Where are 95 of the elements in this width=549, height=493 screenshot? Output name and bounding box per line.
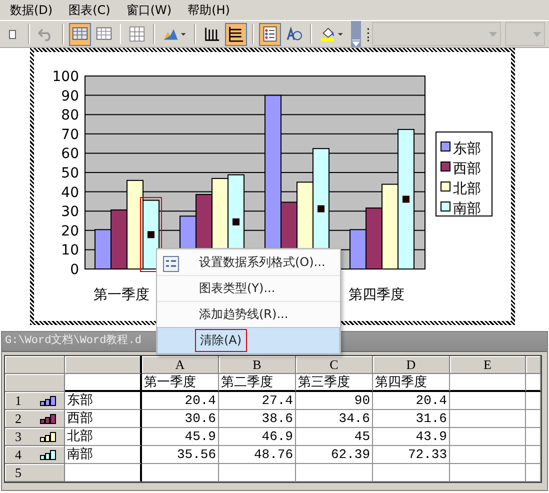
column-header[interactable]: D [373, 356, 450, 374]
table-cell: 31.6 [373, 410, 450, 428]
menu-item[interactable]: 设置数据系列格式(O)... [157, 249, 340, 275]
axis-label: 20 [61, 223, 79, 240]
category-label: 第一季度 [94, 287, 150, 303]
menu-item[interactable]: 窗口(W) [120, 2, 182, 18]
axis-label: 40 [61, 184, 79, 201]
axis-label: 0 [70, 262, 79, 278]
selection-handle[interactable] [148, 231, 154, 238]
caret-icon [532, 32, 541, 36]
axis-label: 90 [61, 88, 79, 104]
table-cell: 20.4 [373, 392, 450, 410]
legend-label: 西部 [453, 161, 481, 177]
category-label: 第四季度 [348, 287, 404, 303]
axis-label: 80 [61, 108, 79, 124]
table-cell [526, 374, 541, 392]
rows-button[interactable] [224, 22, 247, 46]
legend-label: 东部 [453, 141, 481, 157]
menu-item[interactable]: 图表类型(Y)... [157, 275, 340, 301]
row-header[interactable]: 1 [5, 392, 65, 410]
column-header[interactable]: A [142, 356, 219, 374]
axis-label: 10 [61, 242, 79, 259]
table-cell: 72.33 [373, 446, 450, 464]
table-cell: 南部 [65, 446, 142, 464]
table-cell: 20.4 [142, 392, 219, 410]
table-cell: 46.9 [219, 428, 296, 446]
legend-icon [262, 25, 278, 43]
row-header[interactable] [5, 374, 65, 392]
row-number: 1 [15, 392, 22, 409]
caret-icon [489, 32, 498, 36]
table-cell: 45 [296, 428, 373, 446]
table-button[interactable] [68, 22, 91, 46]
table-icon [72, 25, 88, 43]
row-number: 3 [15, 428, 22, 445]
table-cell [526, 410, 541, 428]
table-cell: 第一季度 [142, 374, 219, 392]
table-cell: 第四季度 [373, 374, 450, 392]
axis-label: 30 [61, 204, 79, 220]
corner-cell [5, 356, 65, 374]
table-cell: 东部 [65, 392, 142, 410]
table-cell [526, 446, 541, 464]
legend-label: 南部 [453, 201, 481, 217]
bar[interactable] [94, 229, 112, 270]
legend-button[interactable] [258, 22, 281, 46]
legend-label: 北部 [453, 181, 481, 197]
bar[interactable] [398, 128, 414, 270]
axis-label: 60 [61, 146, 79, 162]
paint-bucket-icon [320, 25, 343, 43]
row-number: 5 [15, 464, 22, 481]
table-cell: 34.6 [296, 410, 373, 428]
bar[interactable] [350, 229, 366, 270]
table-cell: 90 [296, 392, 373, 410]
row-header[interactable]: 2 [5, 410, 65, 428]
row-number: 4 [15, 446, 22, 463]
table-cell: 62.39 [296, 446, 373, 464]
table-cell: 30.6 [142, 410, 219, 428]
row-header[interactable]: 5 [5, 464, 65, 482]
rows-icon [228, 25, 244, 43]
axis-label: 100 [52, 69, 79, 85]
column-header[interactable]: E [450, 356, 526, 374]
bar[interactable] [382, 184, 398, 270]
menu-item[interactable]: 清除(A) [157, 327, 340, 354]
table-cell: 第二季度 [219, 374, 296, 392]
column-header[interactable]: C [296, 356, 373, 374]
axis-label: 70 [61, 126, 79, 143]
chart-legend[interactable]: 东部 西部 北部 南部 [436, 132, 492, 217]
menu-item[interactable]: 数据(D) [4, 2, 63, 18]
table-cell [526, 464, 541, 482]
row-number: 2 [15, 410, 22, 427]
format-list-icon [163, 256, 179, 272]
table-cell: 48.76 [219, 446, 296, 464]
table-cell: 43.9 [373, 428, 450, 446]
text-angle-icon [286, 25, 302, 43]
datasheet-icon [96, 25, 112, 43]
table-cell: 第三季度 [296, 374, 373, 392]
grid-icon [129, 25, 146, 43]
table-cell: 38.6 [219, 410, 296, 428]
table-cell: 35.56 [142, 446, 219, 464]
table-cell [526, 428, 541, 446]
selection-handle[interactable] [402, 196, 410, 203]
menu-item[interactable]: 图表(C) [62, 2, 120, 18]
bar[interactable] [126, 180, 144, 270]
columns-icon [204, 25, 220, 43]
table-cell: 27.4 [219, 392, 296, 410]
row-header[interactable]: 3 [5, 428, 65, 446]
table-cell [526, 392, 541, 410]
column-header[interactable]: B [219, 356, 296, 374]
toolbar-options-button[interactable] [350, 21, 361, 47]
row-header[interactable]: 4 [5, 446, 65, 464]
axis-label: 50 [61, 166, 79, 182]
table-cell: 45.9 [142, 428, 219, 446]
menu-item[interactable]: 帮助(H) [182, 2, 240, 18]
column-header [526, 356, 541, 374]
table-cell: 北部 [65, 428, 142, 446]
table-cell: 西部 [65, 410, 142, 428]
